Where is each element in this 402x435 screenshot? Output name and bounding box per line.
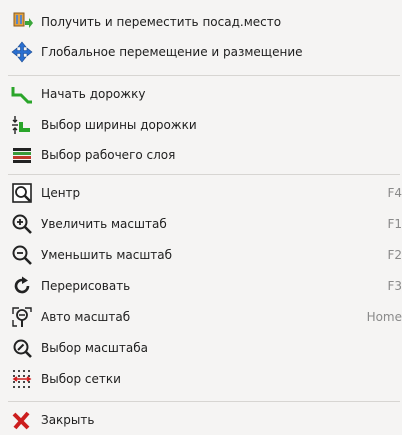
menu-item-working-layer[interactable]: Выбор рабочего слоя: [0, 140, 402, 170]
redraw-icon: [10, 274, 34, 298]
working-layer-icon: [10, 143, 34, 167]
menu-item-grid-select[interactable]: Выбор сетки: [0, 364, 402, 394]
zoom-in-icon: [10, 212, 34, 236]
auto-zoom-icon: [10, 305, 34, 329]
menu-item-close[interactable]: Закрыть: [0, 405, 402, 435]
menu-item-label: Выбор ширины дорожки: [41, 118, 197, 132]
menu-item-label: Авто масштаб: [41, 310, 131, 324]
menu-item-redraw[interactable]: Перерисовать F3: [0, 271, 402, 301]
start-track-icon: [10, 82, 34, 106]
menu-separator: [8, 174, 400, 175]
menu-item-label: Закрыть: [41, 413, 95, 427]
menu-item-global-move-and-place[interactable]: Глобальное перемещение и размещение: [0, 37, 402, 67]
context-menu: Получить и переместить посад.место Глоба…: [0, 0, 402, 430]
close-icon: [10, 408, 34, 432]
menu-item-zoom-out[interactable]: Уменьшить масштаб F2: [0, 240, 402, 270]
menu-item-zoom-in[interactable]: Увеличить масштаб F1: [0, 209, 402, 239]
menu-item-shortcut: F3: [387, 279, 402, 293]
menu-item-label: Уменьшить масштаб: [41, 248, 173, 262]
menu-item-label: Глобальное перемещение и размещение: [41, 45, 303, 59]
menu-item-center[interactable]: Центр F4: [0, 178, 402, 208]
menu-item-label: Получить и переместить посад.место: [41, 15, 282, 29]
menu-item-label: Начать дорожку: [41, 87, 146, 101]
menu-item-shortcut: Home: [366, 310, 402, 324]
center-icon: [10, 181, 34, 205]
menu-item-zoom-select[interactable]: Выбор масштаба: [0, 333, 402, 363]
menu-item-label: Выбор сетки: [41, 372, 121, 386]
menu-item-track-width[interactable]: Выбор ширины дорожки: [0, 110, 402, 140]
menu-item-shortcut: F2: [387, 248, 402, 262]
menu-item-label: Выбор масштаба: [41, 341, 148, 355]
menu-item-label: Перерисовать: [41, 279, 131, 293]
zoom-out-icon: [10, 243, 34, 267]
menu-item-start-track[interactable]: Начать дорожку: [0, 79, 402, 109]
global-move-and-place-icon: [10, 40, 34, 64]
zoom-select-icon: [10, 336, 34, 360]
get-and-move-footprint-icon: [10, 10, 34, 34]
menu-item-get-and-move-footprint[interactable]: Получить и переместить посад.место: [0, 7, 402, 37]
menu-item-shortcut: F4: [387, 186, 402, 200]
menu-item-label: Центр: [41, 186, 81, 200]
menu-item-label: Выбор рабочего слоя: [41, 148, 176, 162]
menu-separator: [8, 401, 400, 402]
menu-item-label: Увеличить масштаб: [41, 217, 167, 231]
grid-select-icon: [10, 367, 34, 391]
track-width-icon: [10, 113, 34, 137]
menu-separator: [8, 75, 400, 76]
menu-item-auto-zoom[interactable]: Авто масштаб Home: [0, 302, 402, 332]
menu-item-shortcut: F1: [387, 217, 402, 231]
